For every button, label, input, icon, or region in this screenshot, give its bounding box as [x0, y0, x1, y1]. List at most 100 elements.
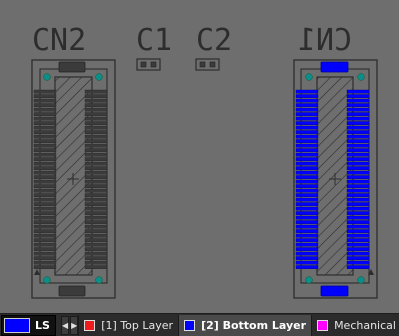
smd-pad[interactable] — [346, 247, 370, 251]
smd-pad[interactable] — [346, 89, 370, 94]
smd-pad[interactable] — [84, 161, 108, 166]
smd-pad[interactable] — [33, 251, 57, 256]
smd-pad[interactable] — [346, 193, 370, 197]
smd-pad[interactable] — [84, 260, 108, 265]
smd-pad[interactable] — [346, 179, 370, 184]
smd-pad[interactable] — [84, 233, 108, 238]
smd-pad[interactable] — [33, 161, 57, 166]
smd-pad[interactable] — [33, 143, 57, 148]
smd-pad[interactable] — [84, 197, 108, 202]
smd-pad[interactable] — [84, 202, 108, 206]
smd-pad[interactable] — [33, 215, 57, 220]
smd-pad[interactable] — [295, 139, 319, 143]
smd-pad[interactable] — [33, 134, 57, 139]
smd-pad[interactable] — [33, 247, 57, 251]
smd-pad[interactable] — [295, 170, 319, 175]
smd-pad[interactable] — [33, 256, 57, 260]
smd-pad[interactable] — [84, 175, 108, 179]
smd-pad[interactable] — [84, 107, 108, 112]
smd-pad[interactable] — [33, 260, 57, 265]
smd-pad[interactable] — [33, 148, 57, 152]
smd-pad[interactable] — [84, 121, 108, 125]
smd-pad[interactable] — [346, 107, 370, 112]
smd-pad[interactable] — [295, 265, 319, 269]
layer-nav-next-button[interactable]: ▶ — [70, 315, 79, 335]
smd-pad[interactable] — [346, 157, 370, 161]
smd-pad[interactable] — [84, 256, 108, 260]
smd-pad[interactable] — [295, 193, 319, 197]
smd-pad[interactable] — [346, 148, 370, 152]
smd-pad[interactable] — [84, 238, 108, 242]
smd-pad[interactable] — [84, 143, 108, 148]
smd-pad[interactable] — [295, 107, 319, 112]
smd-pad[interactable] — [295, 175, 319, 179]
smd-pad[interactable] — [295, 179, 319, 184]
smd-pad[interactable] — [84, 134, 108, 139]
smd-pad[interactable] — [84, 179, 108, 184]
smd-pad[interactable] — [346, 238, 370, 242]
smd-pad[interactable] — [33, 130, 57, 134]
smd-pad[interactable] — [84, 251, 108, 256]
smd-pad[interactable] — [346, 121, 370, 125]
pcb-canvas[interactable]: CN2 C1 C2 CN1 — [0, 0, 399, 313]
smd-pad[interactable] — [33, 220, 57, 224]
smd-pad[interactable] — [346, 112, 370, 116]
smd-pad[interactable] — [346, 139, 370, 143]
smd-pad[interactable] — [84, 148, 108, 152]
smd-pad[interactable] — [295, 134, 319, 139]
smd-pad[interactable] — [84, 89, 108, 94]
smd-pad[interactable] — [346, 175, 370, 179]
smd-pad[interactable] — [84, 125, 108, 130]
smd-pad[interactable] — [33, 125, 57, 130]
smd-pad[interactable] — [33, 103, 57, 107]
smd-pad[interactable] — [84, 193, 108, 197]
smd-pad[interactable] — [295, 256, 319, 260]
smd-pad[interactable] — [346, 260, 370, 265]
smd-pad[interactable] — [33, 166, 57, 170]
smd-pad[interactable] — [295, 125, 319, 130]
smd-pad[interactable] — [33, 116, 57, 121]
smd-pad[interactable] — [295, 94, 319, 98]
smd-pad[interactable] — [295, 143, 319, 148]
smd-pad[interactable] — [84, 103, 108, 107]
smd-pad[interactable] — [84, 116, 108, 121]
smd-pad[interactable] — [84, 211, 108, 215]
smd-pad[interactable] — [33, 112, 57, 116]
layer-tab-top[interactable]: [1] Top Layer — [78, 314, 178, 336]
smd-pad[interactable] — [295, 202, 319, 206]
smd-pad[interactable] — [346, 229, 370, 233]
smd-pad[interactable] — [33, 107, 57, 112]
smd-pad[interactable] — [295, 161, 319, 166]
smd-pad[interactable] — [346, 166, 370, 170]
smd-pad[interactable] — [84, 265, 108, 269]
smd-pad[interactable] — [346, 256, 370, 260]
smd-pad[interactable] — [84, 247, 108, 251]
smd-pad[interactable] — [346, 103, 370, 107]
smd-pad[interactable] — [295, 247, 319, 251]
smd-pad[interactable] — [84, 94, 108, 98]
smd-pad[interactable] — [33, 188, 57, 193]
smd-pad[interactable] — [295, 98, 319, 103]
smd-pad[interactable] — [295, 242, 319, 247]
smd-pad[interactable] — [33, 184, 57, 188]
smd-pad[interactable] — [295, 251, 319, 256]
smd-pad[interactable] — [33, 206, 57, 211]
smd-pad[interactable] — [295, 224, 319, 229]
smd-pad[interactable] — [346, 98, 370, 103]
smd-pad[interactable] — [84, 188, 108, 193]
smd-pad[interactable] — [346, 206, 370, 211]
smd-pad[interactable] — [346, 251, 370, 256]
smd-pad[interactable] — [346, 233, 370, 238]
smd-pad[interactable] — [84, 215, 108, 220]
smd-pad[interactable] — [33, 265, 57, 269]
smd-pad[interactable] — [84, 224, 108, 229]
smd-pad[interactable] — [84, 157, 108, 161]
smd-pad[interactable] — [295, 157, 319, 161]
smd-pad[interactable] — [346, 220, 370, 224]
smd-pad[interactable] — [295, 238, 319, 242]
smd-pad[interactable] — [295, 260, 319, 265]
smd-pad[interactable] — [346, 224, 370, 229]
smd-pad[interactable] — [346, 197, 370, 202]
smd-pad[interactable] — [33, 229, 57, 233]
smd-pad[interactable] — [295, 166, 319, 170]
